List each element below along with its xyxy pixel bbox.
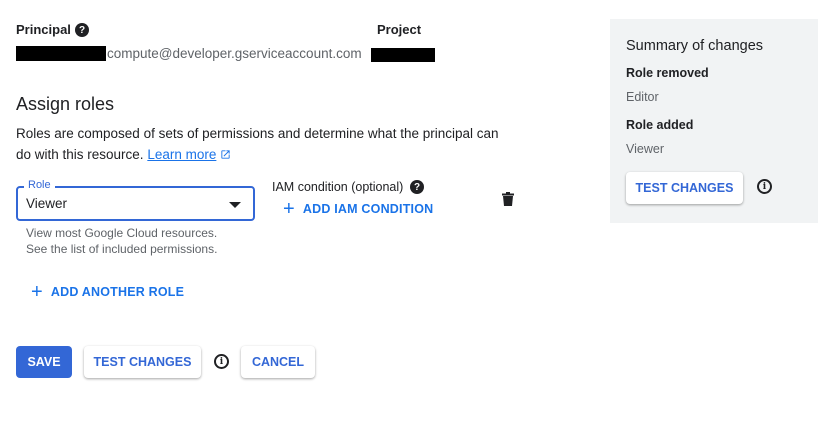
plus-icon: + xyxy=(283,198,295,220)
principal-label: Principal xyxy=(16,22,71,37)
save-button[interactable]: SAVE xyxy=(16,346,72,378)
add-iam-condition-button[interactable]: + ADD IAM CONDITION xyxy=(283,198,434,220)
test-changes-button[interactable]: TEST CHANGES xyxy=(84,346,201,378)
summary-panel: Summary of changes Role removed Editor R… xyxy=(610,19,818,223)
plus-icon: + xyxy=(31,281,43,303)
role-hint: View most Google Cloud resources. See th… xyxy=(26,225,217,257)
info-icon[interactable]: i xyxy=(757,179,772,194)
principal-email: compute@developer.gserviceaccount.com xyxy=(107,46,362,61)
assign-roles-title: Assign roles xyxy=(16,94,115,114)
role-removed-label: Role removed xyxy=(626,66,709,80)
role-hint-line-2: See the list of included permissions. xyxy=(26,242,218,256)
role-added-value: Viewer xyxy=(626,142,664,156)
role-select-value: Viewer xyxy=(26,196,68,211)
info-icon[interactable]: i xyxy=(214,354,229,369)
description-text: Roles are composed of sets of permission… xyxy=(16,126,499,162)
help-icon[interactable]: ? xyxy=(75,23,89,37)
help-icon[interactable]: ? xyxy=(410,180,424,194)
learn-more-link[interactable]: Learn more xyxy=(147,147,216,162)
redacted-project-id xyxy=(371,48,435,62)
role-legend: Role xyxy=(24,179,55,191)
role-added-label: Role added xyxy=(626,118,694,132)
project-label: Project xyxy=(377,22,422,37)
role-select[interactable]: Role Viewer xyxy=(16,179,255,221)
redacted-principal-id xyxy=(16,46,106,61)
assign-roles-description: Roles are composed of sets of permission… xyxy=(16,123,516,165)
summary-title: Summary of changes xyxy=(626,38,764,54)
role-removed-value: Editor xyxy=(626,90,659,104)
add-another-role-button[interactable]: + ADD ANOTHER ROLE xyxy=(31,281,185,303)
external-link-icon xyxy=(221,150,230,159)
add-iam-condition-label: ADD IAM CONDITION xyxy=(302,202,434,216)
trash-icon[interactable] xyxy=(502,192,514,206)
cancel-button[interactable]: CANCEL xyxy=(241,346,315,378)
add-another-role-label: ADD ANOTHER ROLE xyxy=(50,285,185,299)
caret-down-icon xyxy=(229,202,241,208)
summary-test-changes-button[interactable]: TEST CHANGES xyxy=(626,172,743,204)
learn-more-label: Learn more xyxy=(147,147,217,162)
iam-condition-label: IAM condition (optional) xyxy=(272,180,404,194)
role-hint-line-1: View most Google Cloud resources. xyxy=(26,226,218,240)
